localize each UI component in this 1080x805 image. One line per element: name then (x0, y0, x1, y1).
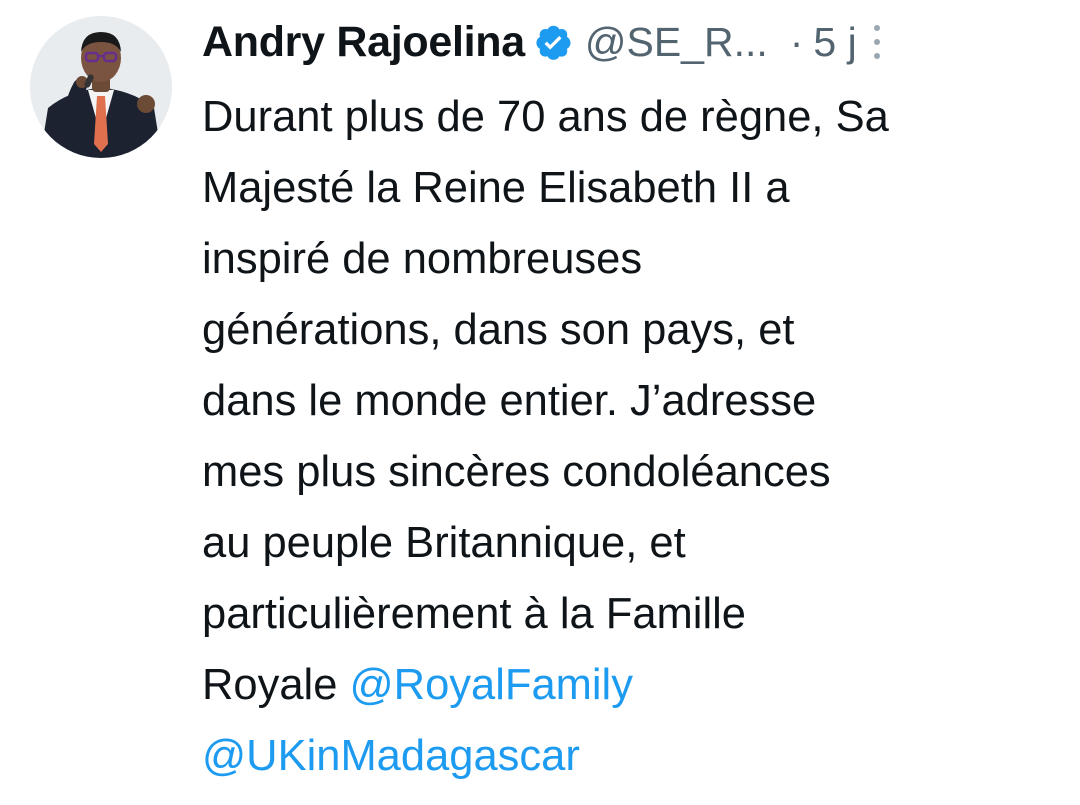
tweet-text: Durant plus de 70 ans de règne, Sa Majes… (202, 82, 1052, 792)
tweet-text-line-with-mention: Royale @RoyalFamily (202, 650, 1052, 721)
tweet-text-line: générations, dans son pays, et (202, 306, 795, 354)
tweet-text-line-mention: @UKinMadagascar (202, 721, 1052, 792)
tweet-text-line: inspiré de nombreuses (202, 235, 643, 283)
tweet-header: Andry Rajoelina @SE_R... · 5 j (202, 10, 1052, 74)
more-options-icon[interactable] (871, 25, 883, 59)
separator-dot: · (789, 18, 804, 65)
author-name[interactable]: Andry Rajoelina (202, 18, 525, 67)
tweet-text-line: au peuple Britannique, et (202, 519, 686, 567)
mention-royal-family-link[interactable]: @RoyalFamily (350, 661, 633, 709)
tweet-text-line: Durant plus de 70 ans de règne, Sa (202, 93, 889, 141)
tweet[interactable]: Andry Rajoelina @SE_R... · 5 j Durant pl… (0, 0, 1080, 805)
tweet-text-line: dans le monde entier. J’adresse (202, 377, 817, 425)
avatar-photo (30, 16, 172, 158)
tweet-text-line: particulièrement à la Famille (202, 590, 746, 638)
tweet-timestamp[interactable]: 5 j (813, 19, 856, 66)
tweet-content: Andry Rajoelina @SE_R... · 5 j Durant pl… (202, 10, 1052, 792)
tweet-text-fragment: Royale (202, 661, 350, 709)
mention-uk-in-madagascar-link[interactable]: @UKinMadagascar (202, 732, 580, 780)
verified-badge-icon (533, 22, 573, 62)
tweet-text-line: mes plus sincères condoléances (202, 448, 831, 496)
tweet-text-line: Majesté la Reine Elisabeth II a (202, 164, 790, 212)
avatar[interactable] (30, 16, 172, 158)
author-handle[interactable]: @SE_R... (585, 19, 768, 66)
